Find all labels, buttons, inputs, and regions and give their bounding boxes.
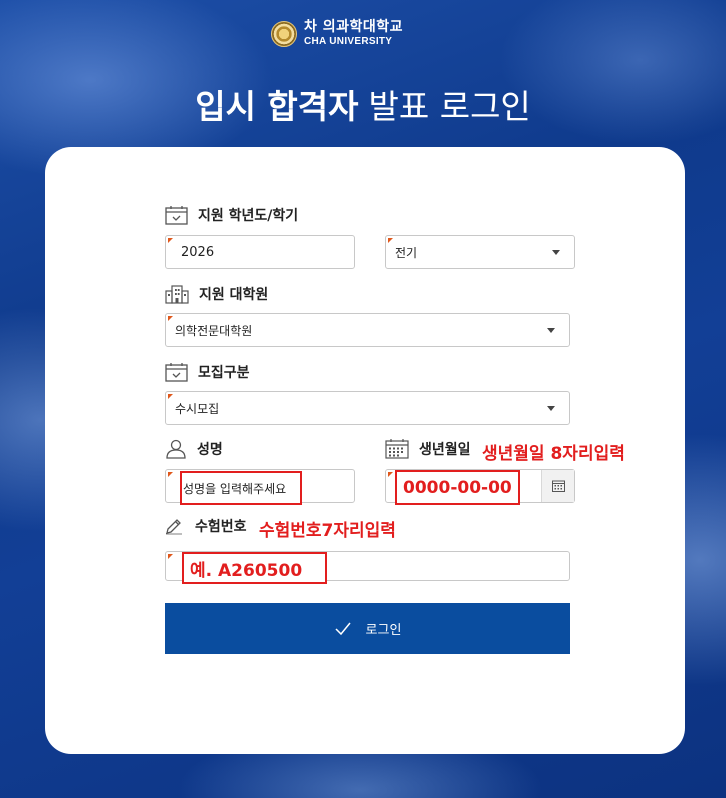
login-button[interactable]: 로그인 xyxy=(165,603,570,654)
university-seal-icon xyxy=(271,20,297,47)
birth-placeholder-highlight[interactable]: 0000-00-00 xyxy=(395,470,520,505)
recruit-type-select[interactable]: 수시모집 xyxy=(165,391,570,425)
birth-note: 생년월일 8자리입력 xyxy=(482,444,625,464)
building-icon xyxy=(165,284,189,304)
page-title: 입시 합격자 발표 로그인 xyxy=(0,80,726,128)
logo-korean-name: 차 의과학대학교 xyxy=(304,19,404,35)
exam-no-note: 수험번호7자리입력 xyxy=(259,521,396,541)
calendar-icon xyxy=(165,205,188,225)
birth-label: 생년월일 xyxy=(385,439,471,459)
chevron-down-icon xyxy=(547,328,555,333)
chevron-down-icon xyxy=(552,250,560,255)
graduate-school-select[interactable]: 의학전문대학원 xyxy=(165,313,570,347)
chevron-down-icon xyxy=(547,406,555,411)
term-select[interactable]: 전기 xyxy=(385,235,575,269)
name-placeholder-highlight[interactable]: 성명을 입력해주세요 xyxy=(180,471,302,505)
page-title-light: 발표 로그인 xyxy=(368,87,531,126)
logo-english-name: CHA UNIVERSITY xyxy=(304,36,393,47)
calendar-button[interactable] xyxy=(541,470,574,502)
name-label: 성명 xyxy=(165,439,223,459)
university-logo: 차 의과학대학교 CHA UNIVERSITY xyxy=(271,20,403,47)
calendar-grid-icon xyxy=(385,439,409,459)
calendar-icon xyxy=(551,480,565,492)
login-card: 지원 학년도/학기 2026 전기 지원 대학원 의학전문대학원 모집구분 수시… xyxy=(45,147,685,754)
person-icon xyxy=(166,439,186,459)
page-title-strong: 입시 합격자 xyxy=(195,87,359,126)
pencil-icon xyxy=(166,519,182,535)
exam-no-label: 수험번호 xyxy=(165,516,247,536)
recruit-type-label: 모집구분 xyxy=(165,362,250,382)
exam-no-placeholder-highlight[interactable]: 예. A260500 xyxy=(182,552,327,584)
check-icon xyxy=(335,622,351,636)
calendar-check-icon xyxy=(165,362,188,382)
year-term-label: 지원 학년도/학기 xyxy=(165,205,298,225)
graduate-school-label: 지원 대학원 xyxy=(165,284,268,304)
year-input[interactable]: 2026 xyxy=(165,235,355,269)
